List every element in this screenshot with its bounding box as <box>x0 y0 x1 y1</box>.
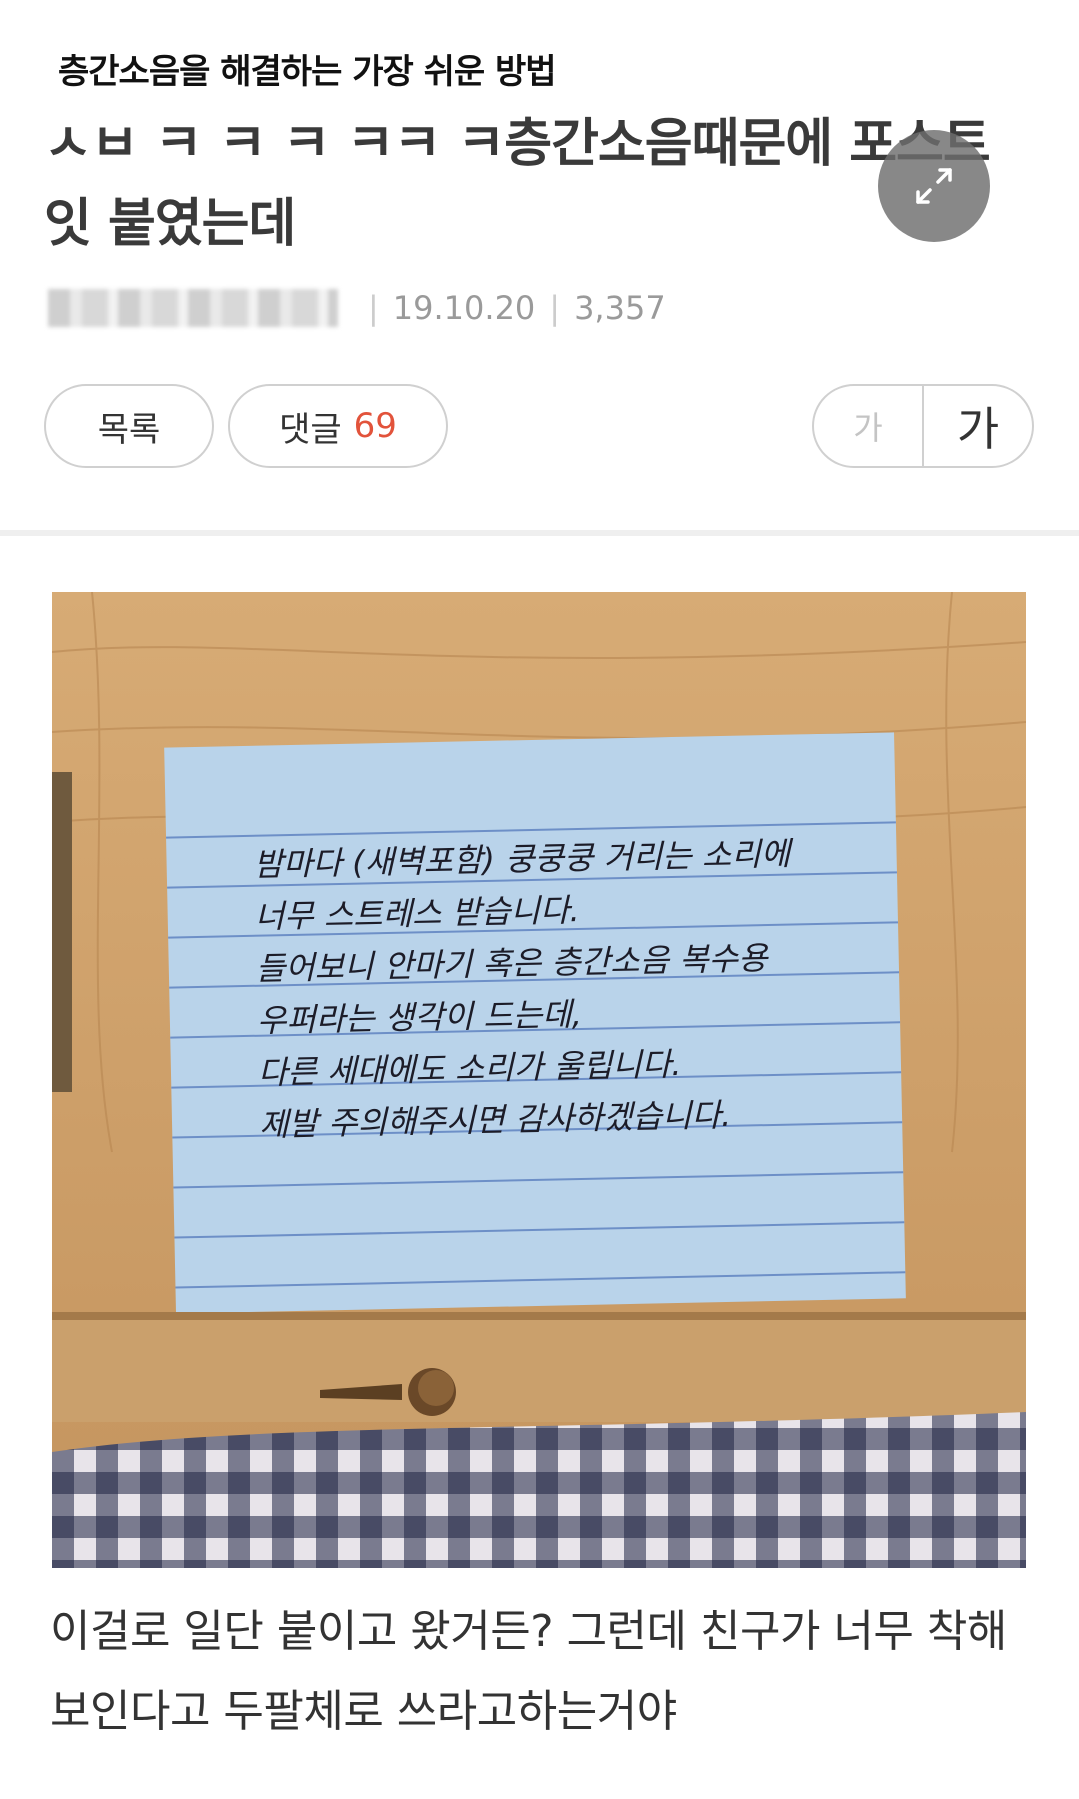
note-line: 너무 스트레스 받습니다. <box>254 891 580 936</box>
meta-separator: | <box>368 289 379 327</box>
wood-block <box>52 772 72 1092</box>
note-line: 우퍼라는 생각이 드는데, <box>257 995 583 1040</box>
list-button-label: 목록 <box>97 409 161 450</box>
list-button[interactable]: 목록 <box>44 384 214 468</box>
font-size-large-button[interactable]: 가 <box>924 386 1032 466</box>
view-count: 3,357 <box>574 289 666 327</box>
expand-button[interactable] <box>878 130 990 242</box>
post-meta: | 19.10.20 | 3,357 <box>48 286 666 330</box>
author-name-blurred <box>48 289 338 327</box>
post-photo-svg: 밤마다 (새벽포함) 쿵쿵쿵 거리는 소리에 너무 스트레스 받습니다. 들어보… <box>52 592 1026 1568</box>
post-caption: 이걸로 일단 붙이고 왔거든? 그런데 친구가 너무 착해보인다고 두팔체로 쓰… <box>50 1606 1007 1737</box>
font-size-small-button[interactable]: 가 <box>814 386 924 466</box>
post-date: 19.10.20 <box>392 289 536 327</box>
expand-arrows-icon <box>916 168 952 204</box>
post-photo: 밤마다 (새벽포함) 쿵쿵쿵 거리는 소리에 너무 스트레스 받습니다. 들어보… <box>52 592 1026 1568</box>
comment-count: 69 <box>353 406 397 446</box>
caption-title: 층간소음을 해결하는 가장 쉬운 방법 <box>58 52 557 92</box>
comment-button[interactable]: 댓글 69 <box>228 384 448 468</box>
section-divider <box>0 530 1079 536</box>
sticky-note: 밤마다 (새벽포함) 쿵쿵쿵 거리는 소리에 너무 스트레스 받습니다. 들어보… <box>164 732 906 1314</box>
wood-rail <box>52 1312 1026 1422</box>
post-title: ㅅㅂ ㅋ ㅋ ㅋ ㅋㅋ ㅋ층간소음때문에 포스트잇 붙였는데 <box>44 114 991 254</box>
meta-separator: | <box>549 289 561 327</box>
comment-button-label: 댓글 <box>279 409 342 450</box>
font-size-toggle: 가 가 <box>812 384 1034 468</box>
